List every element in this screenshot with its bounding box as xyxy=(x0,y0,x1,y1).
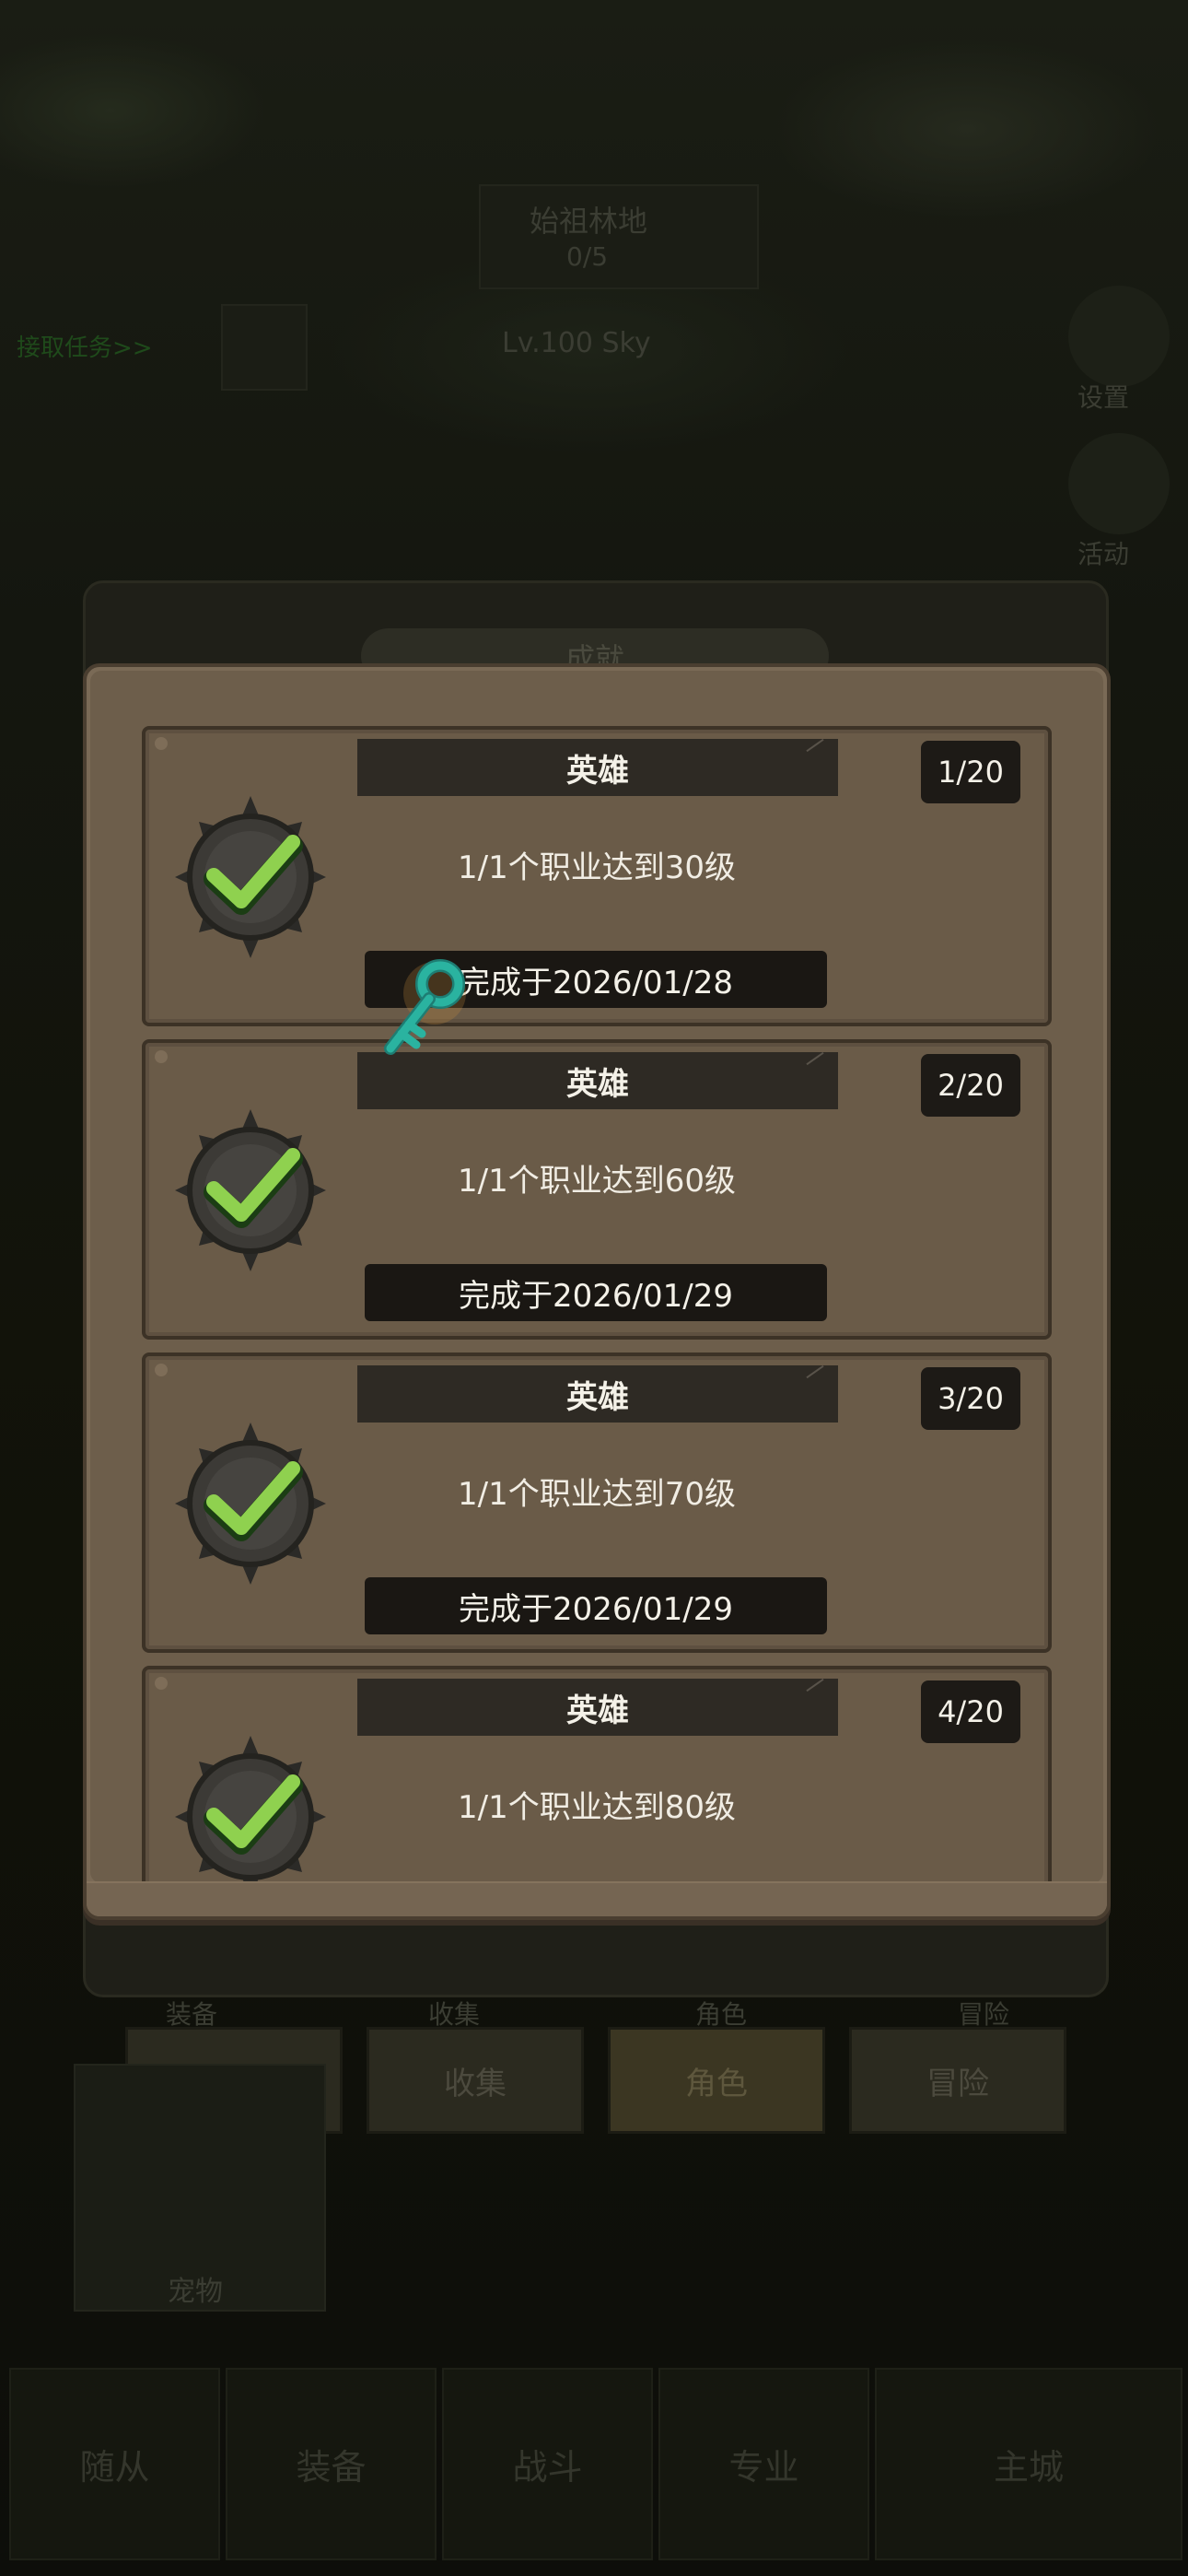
achievement-count: 4/20 xyxy=(921,1680,1020,1743)
achievement-count: 2/20 xyxy=(921,1054,1020,1117)
achievement-completed-date: 完成于2026/01/29 xyxy=(365,1577,827,1634)
nav-equipment[interactable]: 装备 xyxy=(226,2368,437,2560)
inventory-slot xyxy=(221,304,308,391)
quest-link: 接取任务>> xyxy=(17,334,153,362)
achievement-category: 英雄 xyxy=(357,1679,838,1736)
achievement-description: 1/1个职业达到60级 xyxy=(458,1163,736,1200)
nav-main-city[interactable]: 主城 xyxy=(875,2368,1182,2560)
achievement-description: 1/1个职业达到30级 xyxy=(458,849,736,886)
zone-title: 始祖林地 xyxy=(530,204,648,239)
forest-scene xyxy=(0,0,1188,590)
achievement-list-viewport[interactable]: 英雄 1/20 1/1个职业达到30级 完成于2026/01/28 英雄 2/2… xyxy=(90,671,1103,1883)
tab-header-4: 冒险 xyxy=(958,1999,1010,2030)
zone-progress: 0/5 xyxy=(566,241,609,272)
events-cart-icon xyxy=(1068,433,1170,534)
achievement-count: 1/20 xyxy=(921,741,1020,803)
events-label: 活动 xyxy=(1077,539,1130,569)
player-line: Lv.100 Sky xyxy=(502,327,651,359)
tab-collection[interactable]: 收集 xyxy=(367,2027,584,2134)
nav-profession[interactable]: 专业 xyxy=(658,2368,869,2560)
nav-battle[interactable]: 战斗 xyxy=(442,2368,653,2560)
achievement-category: 英雄 xyxy=(357,739,838,796)
achievement-completed-date: 完成于2026/01/29 xyxy=(365,1264,827,1321)
achievement-description: 1/1个职业达到70级 xyxy=(458,1476,736,1513)
settings-label: 设置 xyxy=(1077,382,1130,413)
tab-adventure[interactable]: 冒险 xyxy=(849,2027,1066,2134)
achievements-dialog: 英雄 1/20 1/1个职业达到30级 完成于2026/01/28 英雄 2/2… xyxy=(83,663,1111,1920)
tab-header-1: 装备 xyxy=(166,1999,218,2030)
tab-character[interactable]: 角色 xyxy=(608,2027,825,2134)
key-icon xyxy=(378,958,470,1060)
tab-header-2: 收集 xyxy=(428,1999,481,2030)
achievement-card[interactable]: 英雄 4/20 1/1个职业达到80级 xyxy=(142,1666,1052,1883)
dialog-footer xyxy=(87,1881,1107,1916)
nav-followers[interactable]: 随从 xyxy=(9,2368,220,2560)
achievement-count: 3/20 xyxy=(921,1367,1020,1430)
pet-label: 宠物 xyxy=(168,2276,223,2308)
achievement-description: 1/1个职业达到80级 xyxy=(458,1789,736,1826)
tab-header-3: 角色 xyxy=(695,1999,748,2030)
achievement-card[interactable]: 英雄 3/20 1/1个职业达到70级 完成于2026/01/29 xyxy=(142,1352,1052,1653)
achievement-card[interactable]: 英雄 1/20 1/1个职业达到30级 完成于2026/01/28 xyxy=(142,726,1052,1026)
settings-gear-icon xyxy=(1068,286,1170,387)
achievement-category: 英雄 xyxy=(357,1052,838,1109)
achievement-card[interactable]: 英雄 2/20 1/1个职业达到60级 完成于2026/01/29 xyxy=(142,1039,1052,1340)
achievement-category: 英雄 xyxy=(357,1365,838,1423)
